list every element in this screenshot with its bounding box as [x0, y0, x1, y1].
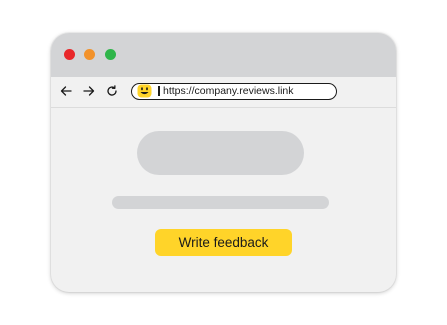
- close-window-button[interactable]: [64, 49, 75, 60]
- placeholder-text-line: [112, 196, 329, 209]
- title-bar: [51, 33, 396, 77]
- write-feedback-button[interactable]: Write feedback: [155, 229, 292, 256]
- forward-button[interactable]: [82, 84, 96, 98]
- navigation-bar: https://company.reviews.link: [51, 77, 396, 108]
- maximize-window-button[interactable]: [105, 49, 116, 60]
- placeholder-heading-block: [137, 131, 304, 175]
- smiley-face-icon: [137, 84, 152, 98]
- reload-icon: [107, 85, 117, 96]
- back-button[interactable]: [59, 84, 73, 98]
- minimize-window-button[interactable]: [84, 49, 95, 60]
- reload-button[interactable]: [105, 84, 119, 98]
- arrow-right-icon: [83, 86, 95, 96]
- url-text[interactable]: https://company.reviews.link: [163, 84, 294, 98]
- browser-window: https://company.reviews.link Write feedb…: [51, 33, 396, 292]
- arrow-left-icon: [60, 86, 72, 96]
- text-cursor: [158, 86, 160, 96]
- address-bar[interactable]: https://company.reviews.link: [131, 83, 337, 100]
